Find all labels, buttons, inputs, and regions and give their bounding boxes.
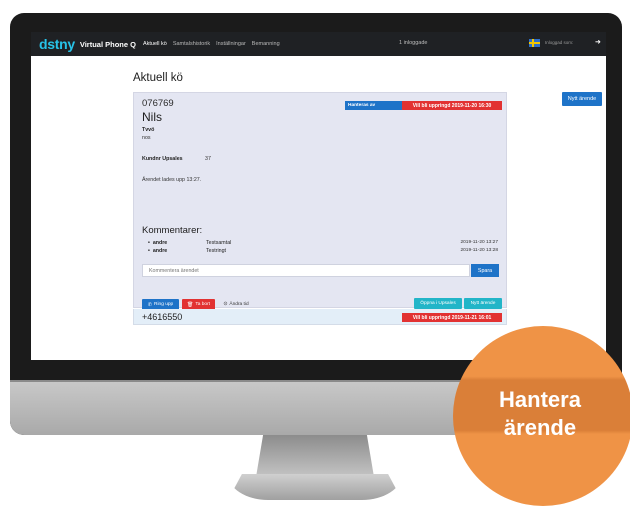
call-back-label: Ring upp [154, 302, 174, 307]
trash-icon: 🗑 [186, 301, 194, 308]
nav-link-staffing[interactable]: Bemanning [252, 41, 280, 47]
brand-logo[interactable]: dstny [39, 37, 75, 51]
nav-link-current-queue[interactable]: Aktuell kö [143, 41, 167, 47]
customer-number-value: 37 [205, 156, 211, 162]
save-comment-button[interactable]: Spara [471, 264, 499, 277]
comment-author: • andre [148, 240, 168, 246]
product-name: Virtual Phone Q [79, 39, 136, 49]
callback-badge: Vill bli uppringd 2019-11-20 16:30 [402, 101, 502, 110]
subject-label: Tvvö [142, 127, 155, 133]
logged-in-label: Inloggad som: [545, 40, 574, 45]
comments-title: Kommentarer: [142, 225, 203, 236]
phone-icon: ✆ [147, 301, 152, 308]
card-new-case-button[interactable]: Nytt ärende [464, 298, 502, 309]
comment-input[interactable] [142, 264, 470, 277]
queue-row[interactable]: +4616550 Vill bli uppringd 2019-11-21 16… [133, 309, 507, 325]
online-count: 1 inloggade [399, 40, 428, 46]
caller-number: +4616550 [142, 312, 183, 322]
top-navbar: dstny Virtual Phone Q Aktuell kö Samtals… [31, 32, 606, 56]
subject-value: nos [142, 135, 151, 141]
cta-line-2: ärende [503, 415, 577, 440]
customer-number-label: Kundnr Upsales [142, 156, 183, 162]
clock-icon: ⊙ [223, 302, 228, 307]
cta-line-1: Hantera [499, 387, 581, 412]
comment-author: • andre [148, 248, 168, 254]
nav-link-settings[interactable]: Inställningar [216, 41, 246, 47]
monitor-stand-base [228, 474, 402, 500]
callback-badge: Vill bli uppringd 2019-11-21 16:01 [402, 313, 502, 322]
page-title: Aktuell kö [133, 72, 183, 84]
case-added-text: Ärendet lades upp 13:27. [142, 177, 202, 183]
comment-date: 2019-11-20 13:27 [460, 240, 498, 245]
swedish-flag-icon[interactable] [529, 39, 540, 47]
comment-date: 2019-11-20 13:28 [460, 248, 498, 253]
handled-by-badge: Hanteras av [345, 101, 403, 110]
change-time-label: Ändra tid [229, 302, 249, 307]
app-screen: dstny Virtual Phone Q Aktuell kö Samtals… [31, 32, 606, 360]
open-in-upsales-button[interactable]: Öppna i Upsales [414, 298, 462, 309]
caller-number: 076769 [142, 98, 174, 109]
comment-text: Testringt [206, 248, 227, 254]
nav-link-call-history[interactable]: Samtalshistorik [173, 41, 210, 47]
delete-label: Ta bort [195, 302, 211, 307]
comment-item: • andre Testsamtal 2019-11-20 13:27 [148, 240, 498, 247]
cta-text: Hantera ärende [470, 386, 610, 442]
new-case-button[interactable]: Nytt ärende [562, 92, 602, 106]
comment-item: • andre Testringt 2019-11-20 13:28 [148, 248, 498, 255]
queue-card: 076769 Nils Hanteras av Vill bli uppring… [133, 92, 507, 310]
monitor-stand-neck [256, 435, 374, 477]
comment-text: Testsamtal [206, 240, 232, 246]
caller-name: Nils [142, 110, 162, 124]
logout-icon[interactable]: ➜ [595, 38, 601, 46]
